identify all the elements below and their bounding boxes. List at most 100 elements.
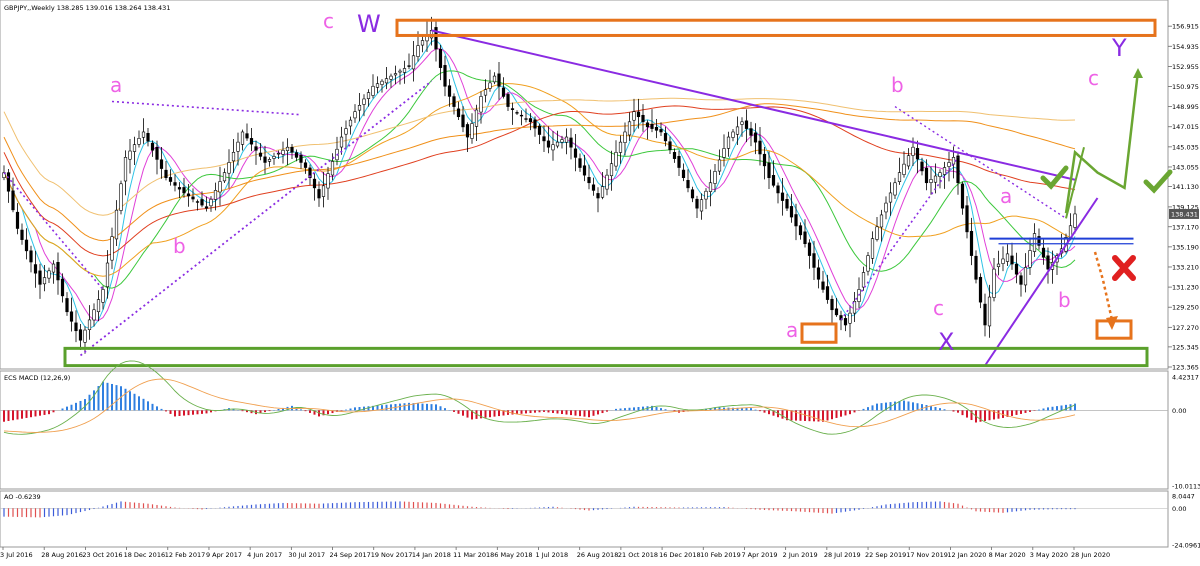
candle-bear <box>843 318 848 326</box>
candle-bear <box>771 175 776 186</box>
candle-bear <box>254 146 258 151</box>
candle-bull <box>123 157 128 182</box>
candle-bear <box>654 126 659 131</box>
candle-bear <box>24 239 29 252</box>
candle-bear <box>780 192 785 201</box>
candle-bull <box>330 161 335 176</box>
wave-label-b-2019: b <box>891 73 904 97</box>
y-tick-label: 131.230 <box>1172 284 1199 292</box>
candle-bear <box>465 124 470 138</box>
candle-bear <box>915 148 920 160</box>
candle-bear <box>69 311 74 322</box>
candle-bear <box>677 156 681 168</box>
candle-bear <box>150 142 155 151</box>
candle-bear <box>29 250 33 263</box>
candle-bull <box>348 119 353 127</box>
candle-bull <box>726 136 731 149</box>
candle-bull <box>618 141 623 153</box>
y-tick-label: 145.035 <box>1172 143 1199 151</box>
x-tick-label: 26 Aug 2018 <box>577 551 619 559</box>
candle-bear <box>659 129 663 133</box>
wave-label-W: W <box>357 10 381 38</box>
candle-bull <box>632 111 636 121</box>
candle-bull <box>866 255 870 272</box>
candle-bull <box>47 270 51 279</box>
x-tick-label: 9 Apr 2017 <box>206 551 242 559</box>
candle-bull <box>929 179 933 183</box>
candle-bear <box>173 182 177 186</box>
candle-bull <box>996 263 1001 268</box>
x-tick-label: 4 Jun 2017 <box>247 551 282 559</box>
candle-bear <box>582 165 587 176</box>
chart-root: 156.915 154.935 152.955 150.975 148.995 147.0… <box>0 0 1200 562</box>
candle-bull <box>492 75 497 83</box>
candle-bear <box>668 141 672 151</box>
candle-bear <box>177 187 182 190</box>
y-tick-label: 141.130 <box>1172 183 1199 191</box>
y-tick-label: 125.345 <box>1172 343 1199 351</box>
candle-bear <box>290 146 294 153</box>
candle-bear <box>524 118 528 120</box>
candle-bull <box>51 263 56 273</box>
candle-bear <box>15 211 20 229</box>
candle-bull <box>897 172 902 182</box>
candle-bull <box>380 80 384 85</box>
candle-bull <box>875 226 879 240</box>
wave-label-a-2019: a <box>786 318 798 342</box>
candle-bull <box>609 163 614 177</box>
candle-bear <box>11 190 15 211</box>
candle-bull <box>704 190 708 200</box>
candle-bear <box>821 281 825 290</box>
candle-bear <box>776 185 780 194</box>
candle-bull <box>110 236 114 261</box>
candle-bull <box>339 136 344 148</box>
candle-bull <box>911 146 915 156</box>
y-tick-label: 150.975 <box>1172 83 1199 91</box>
candle-bear <box>681 169 686 178</box>
candle-bear <box>56 262 60 281</box>
candle-bull <box>389 75 393 80</box>
candle-bear <box>573 148 578 158</box>
wave-label-X: X <box>938 328 954 356</box>
candle-bear <box>65 298 69 313</box>
wave-label-c-future: c <box>1088 66 1099 90</box>
candle-bull <box>240 131 245 145</box>
candle-bear <box>969 230 974 256</box>
candle-bull <box>101 289 105 303</box>
candle-bear <box>537 125 542 135</box>
x-tick-label: 28 Aug 2016 <box>41 551 83 559</box>
candle-bear <box>501 87 506 97</box>
candle-bear <box>249 138 254 145</box>
candle-bull <box>699 199 704 212</box>
candle-bull <box>285 146 290 151</box>
candle-bull <box>276 153 281 155</box>
candle-bear <box>924 167 929 184</box>
candle-bear <box>785 199 789 209</box>
x-tick-label: 8 Mar 2020 <box>989 551 1026 559</box>
candle-bear <box>920 161 924 172</box>
candle-bear <box>510 108 515 110</box>
candle-bull <box>213 190 218 200</box>
candle-bull <box>137 138 141 145</box>
candle-bear <box>438 48 443 68</box>
candle-bull <box>938 172 942 177</box>
candle-bear <box>825 286 830 300</box>
candle-bull <box>555 141 560 147</box>
x-tick-label: 30 Jul 2017 <box>288 551 325 559</box>
candle-bear <box>645 122 650 128</box>
candle-bear <box>33 264 38 274</box>
candle-bull <box>861 272 866 288</box>
y-tick-label: 129.250 <box>1172 304 1199 312</box>
y-tick-label: 147.015 <box>1172 123 1199 131</box>
candle-bear <box>542 136 546 142</box>
candle-bull <box>942 167 947 175</box>
candle-bull <box>987 296 992 327</box>
candle-bear <box>983 303 987 326</box>
candle-bear <box>587 177 591 184</box>
candle-bear <box>965 205 969 233</box>
x-tick-label: 23 Oct 2016 <box>82 551 122 559</box>
candle-bear <box>578 158 582 168</box>
candle-bull <box>267 159 272 162</box>
x-tick-label: 21 Oct 2018 <box>618 551 658 559</box>
candle-bull <box>398 70 402 73</box>
